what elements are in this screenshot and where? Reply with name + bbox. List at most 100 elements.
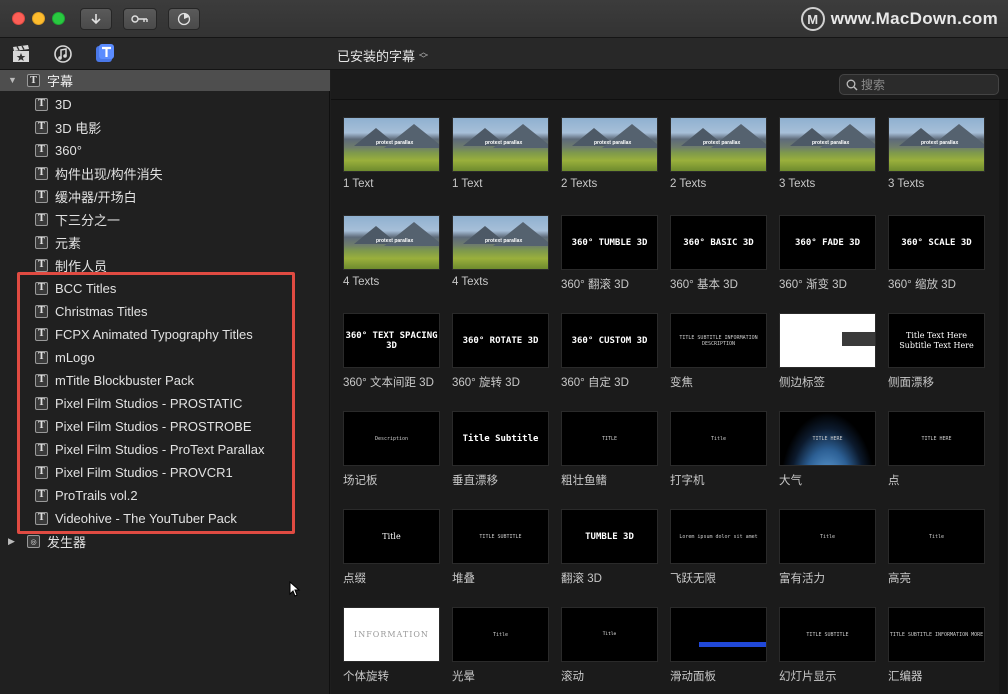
tile-thumbnail: protext parallax [779,117,876,172]
title-tile[interactable]: 360° ROTATE 3D 360° 旋转 3D [452,313,549,403]
tab-titles-generators[interactable] [94,43,116,65]
tile-label: 场记板 [343,475,378,487]
title-tile[interactable]: protext parallax 3 Texts [779,117,876,207]
title-tile[interactable]: Title 富有活力 [779,509,876,599]
title-tile[interactable]: TITLE SUBTITLE 幻灯片显示 [779,607,876,694]
title-tile[interactable]: protext parallax 1 Text [343,117,440,207]
tile-thumbnail: protext parallax [670,117,767,172]
title-tile[interactable]: TITLE SUBTITLE INFORMATION DESCRIPTION 变焦 [670,313,767,403]
title-tile[interactable]: protext parallax 3 Texts [888,117,985,207]
tile-label: 变焦 [670,377,693,389]
tab-photos-videos[interactable] [10,43,32,65]
title-tile[interactable]: 360° CUSTOM 3D 360° 自定 3D [561,313,658,403]
thumbnail-caption: protext parallax [376,140,414,146]
sidebar-item[interactable]: T 3D [0,93,330,115]
title-tile[interactable]: Title 滚动 [561,607,658,694]
sidebar-item-label: 发生器 [47,534,87,550]
title-icon: T [35,97,48,111]
title-icon: T [27,74,40,87]
zoom-window-button[interactable] [52,12,65,25]
tile-thumbnail: TITLE SUBTITLE [452,509,549,564]
tile-thumbnail: TITLE SUBTITLE [779,607,876,662]
tile-label: 1 Text [452,178,483,190]
title-icon: T [35,166,48,180]
title-tile[interactable]: Title Text Here Subtitle Text Here 侧面漂移 [888,313,985,403]
tile-label: 4 Texts [343,276,380,288]
search-field[interactable] [839,74,999,95]
title-tile[interactable]: Description 场记板 [343,411,440,501]
sidebar-item-label: 构件出现/构件消失 [55,166,163,182]
tile-thumbnail: Title [343,509,440,564]
search-input[interactable] [861,77,991,92]
thumbnail-caption: Title [492,631,509,638]
sidebar-item[interactable]: T 构件出现/构件消失 [0,162,330,184]
background-tasks-button[interactable] [168,8,200,30]
thumbnail-caption: Lorem ipsum dolor sit amet [679,533,758,540]
sidebar-item[interactable]: T 下三分之一 [0,208,330,230]
sidebar-header-titles[interactable]: ▼ T 字幕 [0,70,330,91]
title-tile[interactable]: INFORMATION 个体旋转 [343,607,440,694]
thumbnail-caption: protext parallax [812,140,850,146]
highlight-annotation-box [17,272,295,534]
thumbnail-caption: 360° BASIC 3D [683,237,754,248]
browser-content: protext parallax 1 Text protext parallax 1 … [331,70,1008,694]
tile-label: 汇编器 [888,671,923,683]
title-tile[interactable]: protext parallax 2 Texts [670,117,767,207]
tile-thumbnail: 360° SCALE 3D [888,215,985,270]
tile-thumbnail: TITLE HERE [779,411,876,466]
tile-label: 360° 缩放 3D [888,279,956,291]
tile-label: 打字机 [670,475,705,487]
category-dropdown[interactable]: 已安装的字幕 ︿ ﹀ [337,46,428,65]
title-tile[interactable]: 360° BASIC 3D 360° 基本 3D [670,215,767,305]
thumbnail-caption: Title [928,533,945,540]
title-tile[interactable]: Lorem ipsum dolor sit amet 飞跃无限 [670,509,767,599]
title-tile[interactable]: 滑动面板 [670,607,767,694]
tab-music-sound[interactable] [52,43,74,65]
thumbnail-caption: protext parallax [703,140,741,146]
sidebar-item-label: 缓冲器/开场白 [55,189,137,205]
thumbnail-caption: protext parallax [485,238,523,244]
title-tile[interactable]: 360° FADE 3D 360° 渐变 3D [779,215,876,305]
title-tile[interactable]: protext parallax 4 Texts [452,215,549,305]
thumbnail-caption: TITLE SUBTITLE INFORMATION DESCRIPTION [679,334,758,347]
title-tile[interactable]: Title 光晕 [452,607,549,694]
title-icon: T [35,235,48,249]
disclosure-collapsed-icon[interactable]: ▶ [8,536,15,547]
sidebar-item[interactable]: T 3D 电影 [0,116,330,138]
title-tile[interactable]: TUMBLE 3D 翻滚 3D [561,509,658,599]
title-tile[interactable]: TITLE 粗壮鱼鳍 [561,411,658,501]
title-tile[interactable]: Title 高亮 [888,509,985,599]
tile-label: 3 Texts [779,178,816,190]
disclosure-expanded-icon[interactable]: ▼ [8,75,17,85]
sidebar-item[interactable]: T 360° [0,139,330,161]
title-tile[interactable]: protext parallax 2 Texts [561,117,658,207]
title-tile[interactable]: TITLE HERE 点 [888,411,985,501]
tile-thumbnail: protext parallax [561,117,658,172]
title-tile[interactable]: protext parallax 4 Texts [343,215,440,305]
title-tile[interactable]: TITLE HERE 大气 [779,411,876,501]
tile-thumbnail: 360° TEXT SPACING 3D [343,313,440,368]
title-tile[interactable]: Title Subtitle 垂直漂移 [452,411,549,501]
thumbnail-caption: protext parallax [376,238,414,244]
thumbnail-caption: 360° CUSTOM 3D [571,335,648,346]
import-button[interactable] [80,8,112,30]
title-tile[interactable]: 360° TEXT SPACING 3D 360° 文本间距 3D [343,313,440,403]
sidebar-item[interactable]: T 元素 [0,231,330,253]
content-scrollbar[interactable] [999,100,1007,694]
sidebar-item[interactable]: T 缓冲器/开场白 [0,185,330,207]
title-tile[interactable]: protext parallax 1 Text [452,117,549,207]
title-tile[interactable]: 360° TUMBLE 3D 360° 翻滚 3D [561,215,658,305]
title-tile[interactable]: Title 点缀 [343,509,440,599]
tile-thumbnail: Title [670,411,767,466]
title-tile[interactable]: TITLE SUBTITLE INFORMATION MORE 汇编器 [888,607,985,694]
tile-thumbnail: Title Subtitle [452,411,549,466]
title-tile[interactable]: 360° SCALE 3D 360° 缩放 3D [888,215,985,305]
tile-label: 1 Text [343,178,374,190]
minimize-window-button[interactable] [32,12,45,25]
title-tile[interactable]: TITLE SUBTITLE 堆叠 [452,509,549,599]
thumbnail-caption: 360° TUMBLE 3D [571,237,648,248]
title-tile[interactable]: 侧边标签 [779,313,876,403]
keywords-button[interactable] [123,8,157,30]
title-tile[interactable]: Title 打字机 [670,411,767,501]
close-window-button[interactable] [12,12,25,25]
